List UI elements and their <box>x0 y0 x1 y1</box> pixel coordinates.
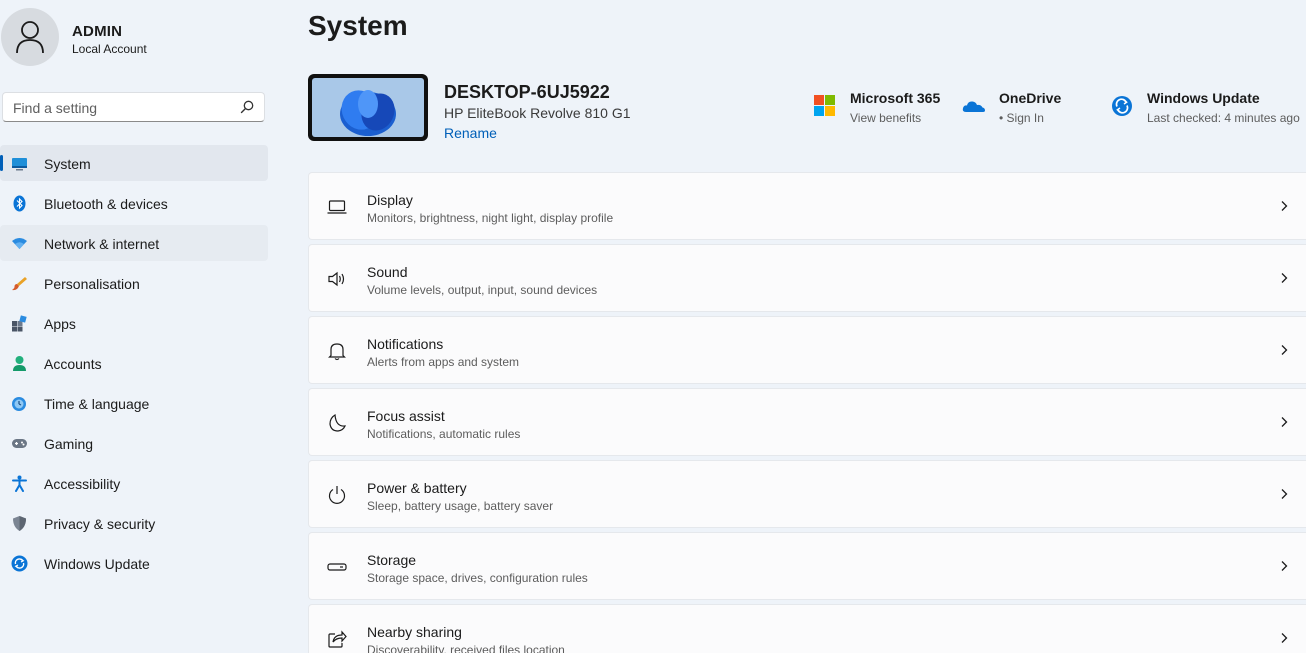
gamepad-icon <box>12 439 27 448</box>
profile[interactable]: ADMIN Local Account <box>0 8 280 68</box>
chevron-right-icon <box>1281 489 1288 499</box>
sidebar-item-personalisation[interactable]: Personalisation <box>0 265 268 301</box>
main-content: System DESKTOP-6UJ5922 HP EliteBook Revo… <box>308 0 1306 653</box>
paintbrush-icon <box>12 277 27 291</box>
sidebar-item-gaming[interactable]: Gaming <box>0 425 268 461</box>
sidebar: ADMIN Local Account System <box>0 0 280 653</box>
speaker-icon <box>328 271 345 287</box>
power-battery-card[interactable]: Power & battery Sleep, battery usage, ba… <box>308 460 1306 528</box>
search-box[interactable] <box>2 92 265 122</box>
monitor-icon <box>12 158 27 171</box>
person-icon <box>13 356 26 371</box>
rename-link[interactable]: Rename <box>444 125 497 141</box>
user-icon <box>16 21 44 54</box>
globe-clock-icon <box>12 397 26 411</box>
sync-icon <box>11 555 28 572</box>
quick-title: Windows Update <box>1147 90 1260 106</box>
sidebar-item-time-language[interactable]: Time & language <box>0 385 268 421</box>
card-subtitle: Notifications, automatic rules <box>367 427 521 441</box>
notifications-card[interactable]: Notifications Alerts from apps and syste… <box>308 316 1306 384</box>
chevron-right-icon <box>1281 273 1288 283</box>
sidebar-item-apps[interactable]: Apps <box>0 305 268 341</box>
sidebar-item-label: Accessibility <box>44 476 121 492</box>
sound-card[interactable]: Sound Volume levels, output, input, soun… <box>308 244 1306 312</box>
device-name: DESKTOP-6UJ5922 <box>444 82 610 102</box>
wifi-icon <box>12 238 27 249</box>
page-title: System <box>308 10 408 41</box>
search-input[interactable] <box>11 98 235 118</box>
wallpaper-bloom-image <box>312 78 424 137</box>
sidebar-item-accessibility[interactable]: Accessibility <box>0 465 268 501</box>
quick-subtitle: Last checked: 4 minutes ago <box>1147 111 1300 125</box>
chevron-right-icon <box>1281 201 1288 211</box>
bell-icon <box>328 343 346 361</box>
shield-icon <box>13 516 26 531</box>
card-title: Focus assist <box>367 408 445 424</box>
apps-icon <box>12 315 27 332</box>
card-title: Sound <box>367 264 408 280</box>
display-card[interactable]: Display Monitors, brightness, night ligh… <box>308 172 1306 240</box>
device-thumbnail[interactable] <box>308 74 428 141</box>
card-subtitle: Storage space, drives, configuration rul… <box>367 571 588 585</box>
sidebar-item-label: Windows Update <box>44 556 150 572</box>
sync-icon <box>1112 96 1132 116</box>
microsoft-logo-icon <box>814 95 835 116</box>
card-title: Display <box>367 192 413 208</box>
chevron-right-icon <box>1281 417 1288 427</box>
quick-title: OneDrive <box>999 90 1062 106</box>
accessibility-icon <box>12 475 27 492</box>
sidebar-item-system[interactable]: System <box>0 145 268 181</box>
sidebar-item-label: Apps <box>44 316 76 332</box>
sidebar-item-label: System <box>44 156 91 172</box>
chevron-right-icon <box>1281 345 1288 355</box>
sidebar-item-label: Time & language <box>44 396 150 412</box>
chevron-right-icon <box>1281 561 1288 571</box>
quick-title: Microsoft 365 <box>850 90 941 106</box>
sidebar-item-windows-update[interactable]: Windows Update <box>0 545 268 581</box>
storage-card[interactable]: Storage Storage space, drives, configura… <box>308 532 1306 600</box>
selected-indicator <box>0 155 3 171</box>
cloud-icon <box>962 101 985 112</box>
sidebar-item-label: Personalisation <box>44 276 140 292</box>
search-icon[interactable] <box>240 100 254 114</box>
settings-window: ADMIN Local Account System <box>0 0 1306 653</box>
card-title: Nearby sharing <box>367 624 462 640</box>
sidebar-item-network[interactable]: Network & internet <box>0 225 268 261</box>
card-subtitle: Monitors, brightness, night light, displ… <box>367 211 614 225</box>
power-icon <box>328 486 346 504</box>
device-model: HP EliteBook Revolve 810 G1 <box>444 105 631 121</box>
sidebar-item-accounts[interactable]: Accounts <box>0 345 268 381</box>
card-subtitle: Sleep, battery usage, battery saver <box>367 499 554 513</box>
settings-list: Display Monitors, brightness, night ligh… <box>308 172 1306 653</box>
bluetooth-icon <box>13 195 26 212</box>
sidebar-item-label: Accounts <box>44 356 102 372</box>
nearby-sharing-card[interactable]: Nearby sharing Discoverability, received… <box>308 604 1306 653</box>
sidebar-item-bluetooth[interactable]: Bluetooth & devices <box>0 185 268 221</box>
sidebar-item-privacy[interactable]: Privacy & security <box>0 505 268 541</box>
profile-account-type: Local Account <box>72 42 147 56</box>
drive-icon <box>327 563 347 571</box>
card-subtitle: Discoverability, received files location <box>367 643 565 653</box>
sidebar-nav: System Bluetooth & devices Network & int… <box>0 145 270 585</box>
quick-subtitle: View benefits <box>850 111 922 125</box>
moon-icon <box>329 413 346 432</box>
sidebar-item-label: Gaming <box>44 436 94 452</box>
card-title: Power & battery <box>367 480 467 496</box>
profile-name: ADMIN <box>72 23 123 40</box>
quick-subtitle: • Sign In <box>999 111 1044 125</box>
card-subtitle: Alerts from apps and system <box>367 355 520 369</box>
sidebar-item-label: Network & internet <box>44 236 160 252</box>
sidebar-item-label: Privacy & security <box>44 516 156 532</box>
card-subtitle: Volume levels, output, input, sound devi… <box>367 283 598 297</box>
focus-assist-card[interactable]: Focus assist Notifications, automatic ru… <box>308 388 1306 456</box>
laptop-icon <box>327 200 347 214</box>
card-title: Storage <box>367 552 417 568</box>
card-title: Notifications <box>367 336 444 352</box>
avatar[interactable] <box>1 8 59 66</box>
share-icon <box>328 630 347 648</box>
sidebar-item-label: Bluetooth & devices <box>44 196 168 212</box>
chevron-right-icon <box>1281 633 1288 643</box>
